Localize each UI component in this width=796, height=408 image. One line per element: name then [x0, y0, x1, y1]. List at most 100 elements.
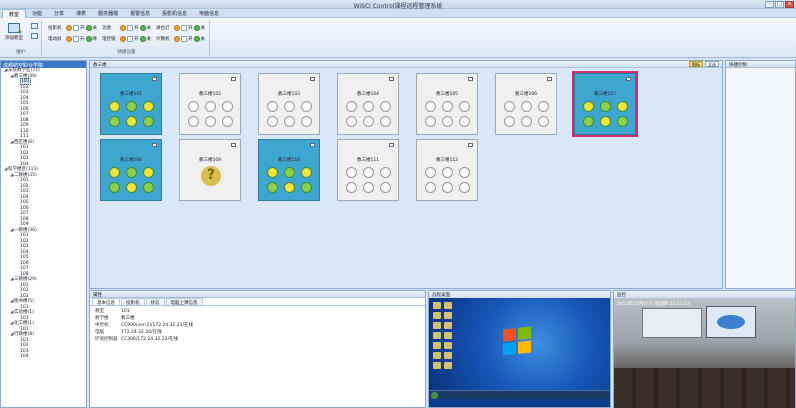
tab-1[interactable]: 功能	[26, 9, 48, 18]
desktop-icon	[444, 332, 452, 339]
camera-view[interactable]: 2013年11月07日 星期四 11:21:14	[614, 298, 795, 408]
control-label: 电动屏	[48, 37, 62, 42]
edit-icon[interactable]	[31, 23, 38, 29]
room-checkbox[interactable]	[152, 77, 157, 81]
classroom-card[interactable]: 教三楼109?	[179, 139, 241, 201]
room-checkbox[interactable]	[626, 77, 631, 81]
room-name: 教三楼107	[593, 92, 617, 97]
device-icons	[496, 101, 556, 127]
classroom-card[interactable]: 教三楼110	[258, 139, 320, 201]
classroom-card[interactable]: 教三楼112	[416, 139, 478, 201]
tree-item-label: 东院教学区(71)	[8, 68, 40, 73]
icon-view-button[interactable]: 图标	[689, 61, 703, 67]
classroom-card[interactable]: 教三楼104	[337, 73, 399, 135]
control-off-label[interactable]: 降	[93, 36, 98, 42]
control-row-4: 讲台灯 开 关	[156, 25, 205, 31]
computer-icon	[142, 116, 154, 127]
property-key: 中控机	[95, 323, 109, 328]
control-off-label[interactable]: 关	[93, 25, 98, 31]
lock-icon	[108, 116, 120, 127]
select-all-button[interactable]: 全选	[705, 61, 719, 67]
classroom-card[interactable]: 教三楼103	[258, 73, 320, 135]
audio-icon	[142, 167, 154, 178]
tree-item-label: 一教楼(36)	[14, 227, 37, 233]
room-checkbox[interactable]	[468, 77, 473, 81]
control-on-button[interactable]	[181, 36, 187, 42]
property-value: 教三楼	[121, 316, 135, 321]
control-on-button[interactable]	[127, 25, 133, 31]
room-checkbox[interactable]	[389, 143, 394, 147]
tab-7[interactable]: 电脑信息	[193, 9, 225, 18]
tab-5[interactable]: 报警信息	[124, 9, 156, 18]
control-off-label[interactable]: 关	[201, 25, 206, 31]
room-checkbox[interactable]	[468, 143, 473, 147]
control-on-button[interactable]	[127, 36, 133, 42]
delete-icon[interactable]	[31, 33, 38, 39]
properties-tab-0[interactable]: 基本信息	[92, 298, 120, 306]
classroom-card[interactable]: 教三楼105	[416, 73, 478, 135]
properties-tab-3[interactable]: 电脑上课信息	[165, 298, 203, 306]
room-checkbox[interactable]	[389, 77, 394, 81]
maximize-button[interactable]: □	[775, 1, 784, 8]
tab-4[interactable]: 服务器端	[92, 9, 124, 18]
light-icon	[125, 182, 137, 193]
add-room-button[interactable]: 添加教室	[3, 23, 25, 41]
projector-screen	[706, 306, 756, 338]
minimize-button[interactable]: –	[765, 1, 774, 8]
room-checkbox[interactable]	[231, 143, 236, 147]
tree-item-label: 106	[20, 106, 29, 112]
room-checkbox[interactable]	[310, 143, 315, 147]
properties-tab-1[interactable]: 投影机	[121, 298, 145, 306]
tree-item-label: 西区楼(6)	[14, 139, 34, 145]
control-row-5: 计算机 开 关	[156, 36, 205, 42]
tree-item[interactable]: 104	[1, 354, 86, 360]
control-on-button[interactable]	[181, 25, 187, 31]
room-checkbox[interactable]	[152, 143, 157, 147]
computer-icon	[458, 116, 470, 127]
tab-2[interactable]: 分享	[48, 9, 70, 18]
light-icon	[362, 182, 374, 193]
desktop-icon	[433, 362, 441, 369]
lock-icon	[266, 182, 278, 193]
remote-desktop-view[interactable]	[429, 298, 610, 399]
room-checkbox[interactable]	[547, 77, 552, 81]
classroom-card[interactable]: 教三楼102	[179, 73, 241, 135]
screen-icon	[599, 101, 611, 112]
classroom-card[interactable]: 教三楼106	[495, 73, 557, 135]
control-off-label[interactable]: 关	[147, 36, 152, 42]
tree-item-label: 103	[20, 156, 29, 161]
tree-item-label: 103	[20, 348, 29, 354]
tree-item-label: 102	[20, 288, 29, 293]
classroom-card[interactable]: 教三楼107	[572, 71, 638, 137]
tree-item-label: 102	[20, 84, 29, 90]
control-off-label[interactable]: 关	[201, 36, 206, 42]
light-icon	[283, 182, 295, 193]
tree-item-label: 102	[20, 150, 29, 156]
tab-6[interactable]: 投影机信息	[156, 9, 193, 18]
classroom-card[interactable]: 教三楼108	[100, 139, 162, 201]
light-icon	[283, 116, 295, 127]
lock-icon	[503, 116, 515, 127]
audio-icon	[616, 101, 628, 112]
classroom-card[interactable]: 教三楼111	[337, 139, 399, 201]
room-name: 教三楼105	[435, 92, 459, 97]
tab-0[interactable]: 教室	[2, 9, 27, 18]
projector-icon	[424, 167, 436, 178]
control-on-button[interactable]	[73, 36, 79, 42]
control-on-label: 开	[188, 37, 193, 42]
computer-icon	[458, 182, 470, 193]
control-off-label[interactable]: 关	[147, 25, 152, 31]
desktop-icon	[433, 352, 441, 359]
tab-3[interactable]: 课表	[70, 9, 92, 18]
tree-item-label: 实验楼(1)	[14, 310, 34, 315]
tree-item-label: 104	[20, 249, 29, 255]
close-button[interactable]: ×	[785, 1, 794, 8]
remote-desktop-title: 远程桌面	[429, 291, 610, 298]
control-on-button[interactable]	[73, 25, 79, 31]
room-checkbox[interactable]	[310, 77, 315, 81]
room-checkbox[interactable]	[231, 77, 236, 81]
classroom-card[interactable]: 教三楼101	[100, 73, 162, 135]
properties-tab-2[interactable]: 状态	[145, 298, 165, 306]
property-key: 电脑	[95, 330, 104, 335]
projector-icon	[187, 101, 199, 112]
